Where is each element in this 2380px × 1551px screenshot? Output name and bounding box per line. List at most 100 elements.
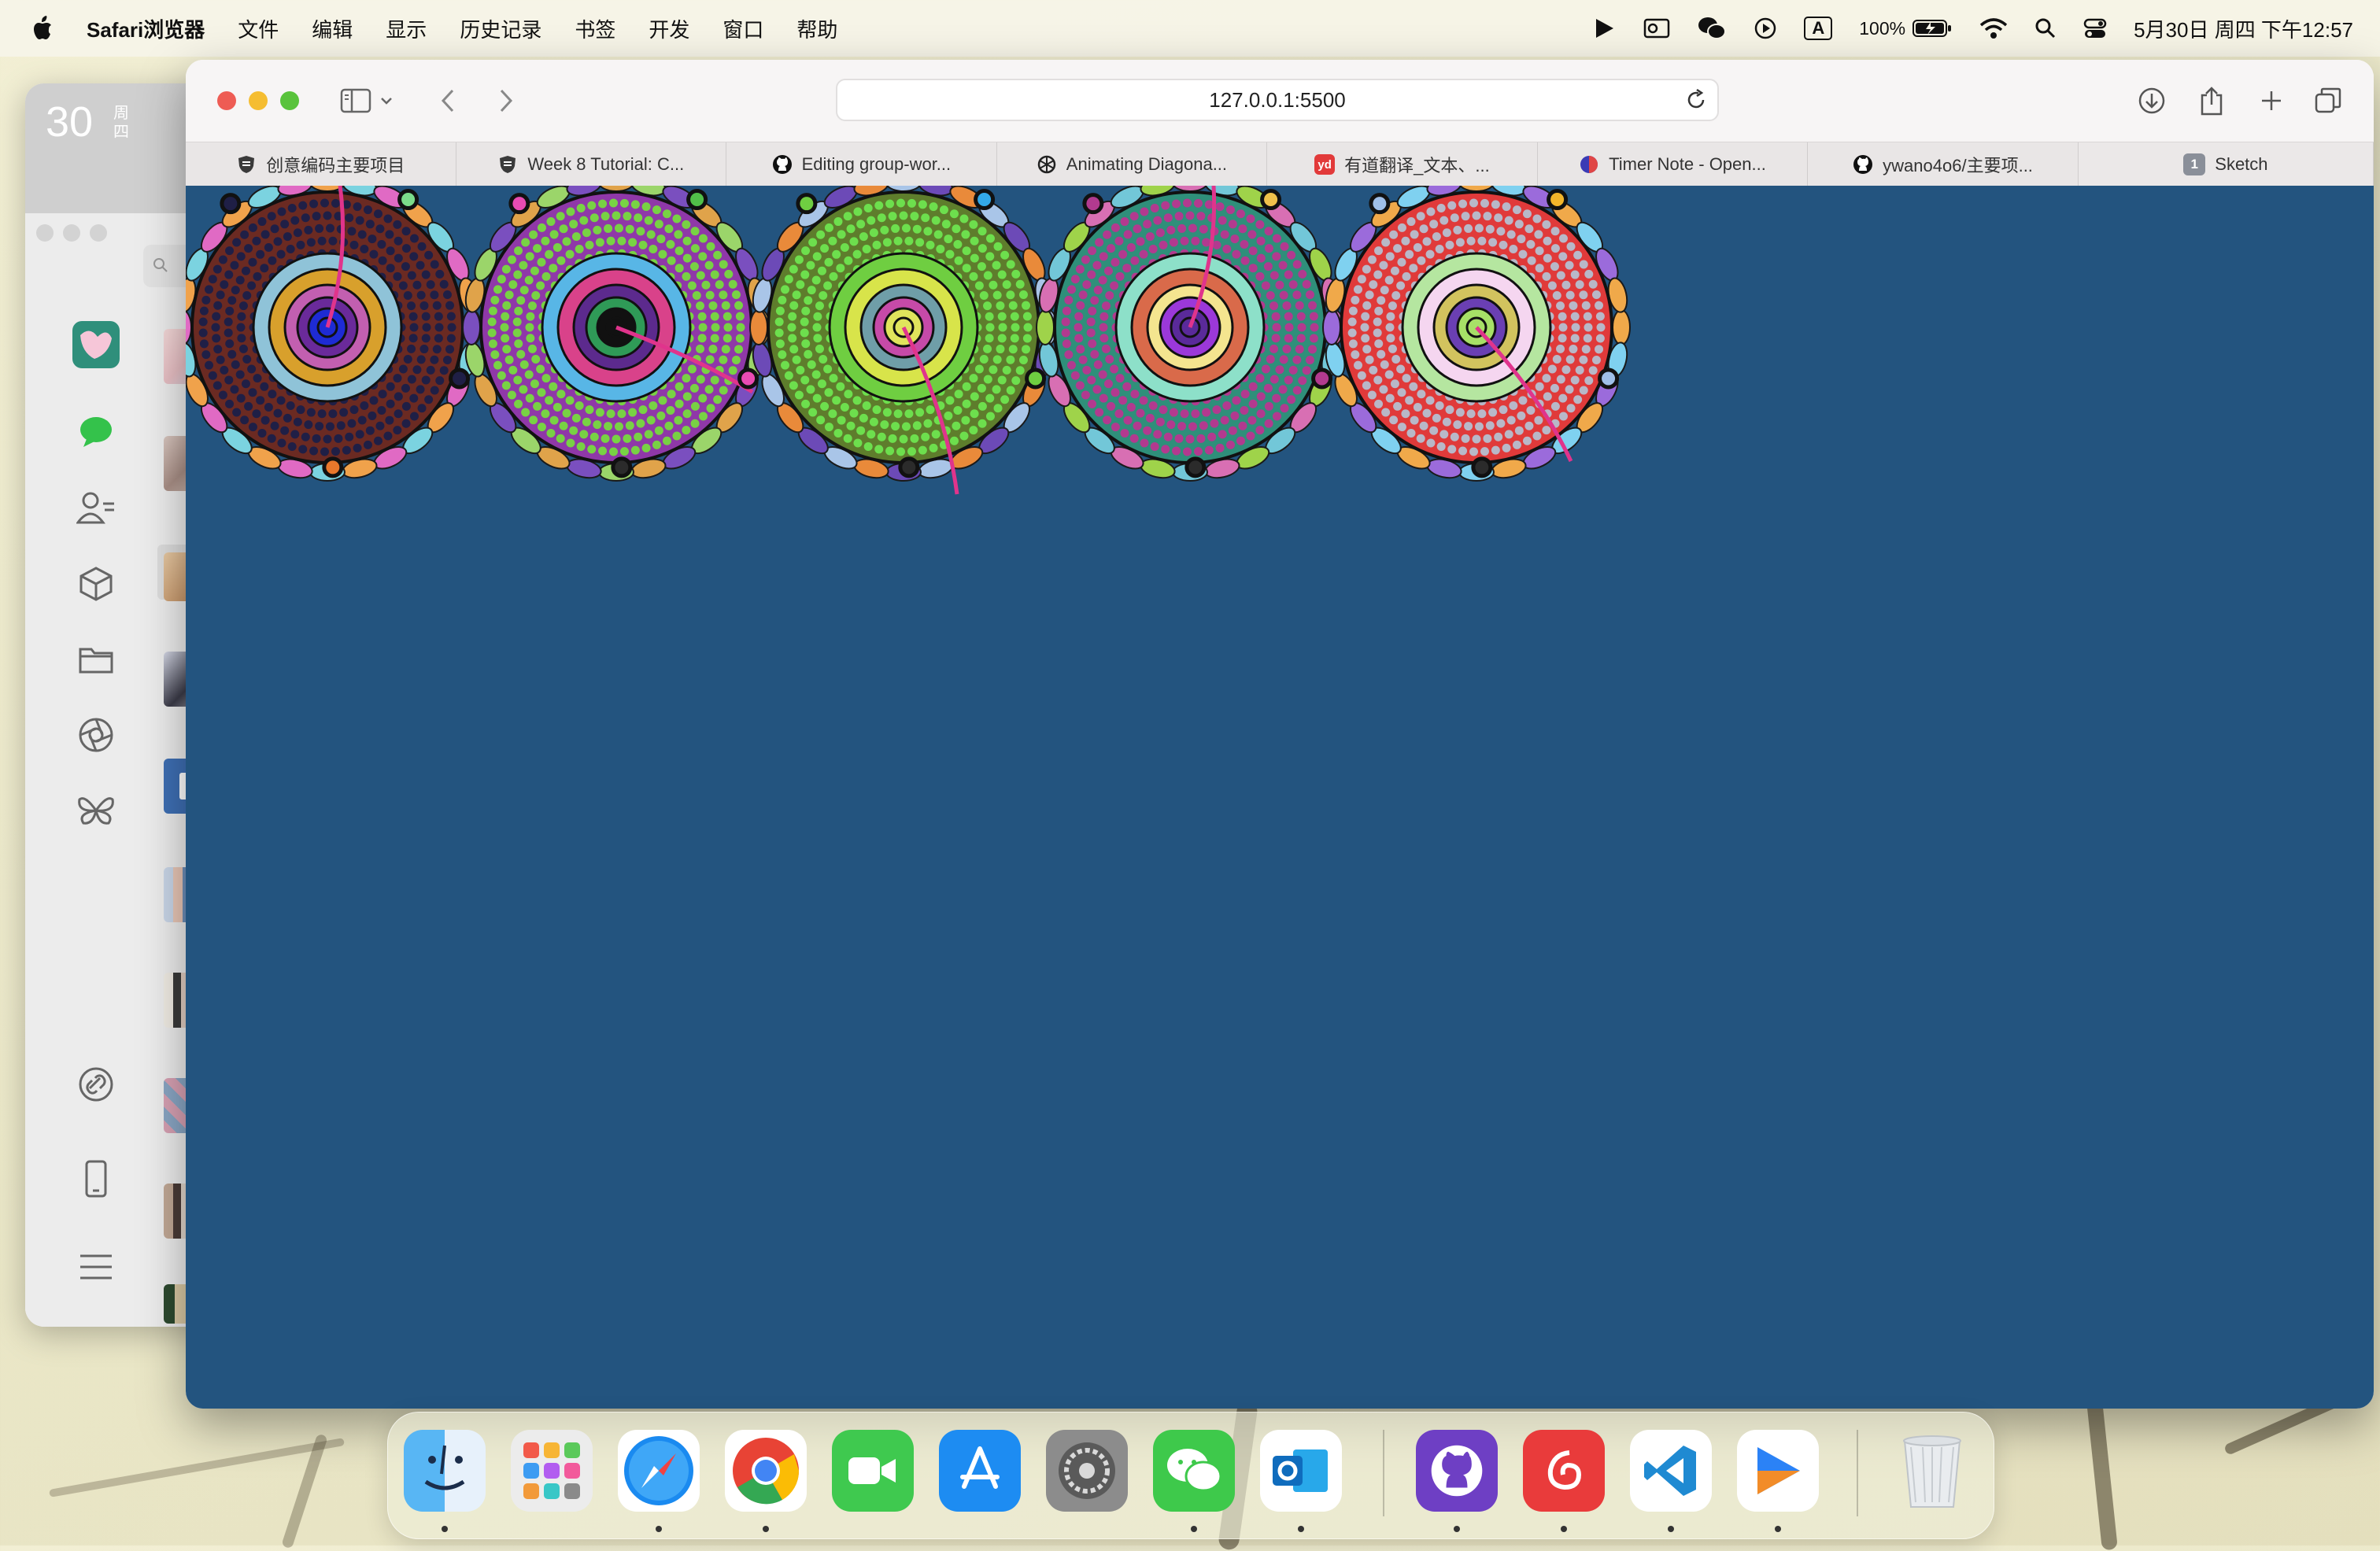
wheel-dot <box>434 323 444 332</box>
system-settings-icon[interactable] <box>1046 1430 1128 1512</box>
wheel-dot <box>869 417 878 427</box>
wheel-dot <box>1591 290 1601 300</box>
new-tab-icon[interactable] <box>2252 83 2290 118</box>
menubar-clock[interactable]: 5月30日 周四 下午12:57 <box>2134 14 2353 43</box>
wheel-dot <box>298 201 308 210</box>
phone-icon[interactable] <box>71 1154 121 1204</box>
wheel-dot <box>1006 260 1015 269</box>
wheel-dot <box>419 345 429 354</box>
close-button[interactable] <box>36 224 54 242</box>
wheel-dot <box>252 236 261 246</box>
menu-bookmarks[interactable]: 书签 <box>575 14 615 43</box>
tab-creative-coding[interactable]: 创意编码主要项目 <box>186 142 456 186</box>
wheel-dot <box>682 392 692 401</box>
wheel-dot <box>501 264 511 274</box>
menu-window[interactable]: 窗口 <box>722 14 763 43</box>
wheel-dot <box>224 328 233 338</box>
play-status-icon[interactable] <box>1754 17 1777 40</box>
apple-menu-icon[interactable] <box>31 16 54 41</box>
wheel-dot <box>231 286 240 295</box>
menu-develop[interactable]: 开发 <box>649 14 689 43</box>
wheel-dot <box>849 237 859 246</box>
spotlight-search-icon[interactable] <box>2034 17 2057 39</box>
wifi-icon[interactable] <box>1979 17 2008 39</box>
wheel-dot <box>672 431 682 441</box>
close-button[interactable] <box>217 91 236 110</box>
wheel-dot <box>236 323 246 332</box>
app-name-menu[interactable]: Safari浏览器 <box>87 14 205 43</box>
butterfly-icon[interactable] <box>71 785 121 836</box>
wheel-dot <box>731 290 741 300</box>
wheel-rope-bead <box>885 173 922 192</box>
chrome-icon[interactable] <box>725 1430 807 1512</box>
zoom-button[interactable] <box>90 224 107 242</box>
tab-overview-icon[interactable] <box>2309 83 2347 118</box>
wheel-dot <box>1373 317 1382 327</box>
page-canvas[interactable] <box>186 173 2374 1409</box>
trash-icon[interactable] <box>1891 1430 1973 1512</box>
tab-group-sketch[interactable]: 1 Sketch <box>2078 142 2374 186</box>
contacts-icon[interactable] <box>71 483 121 534</box>
github-desktop-icon[interactable] <box>1416 1430 1498 1512</box>
menu-file[interactable]: 文件 <box>238 14 279 43</box>
folder-icon[interactable] <box>71 634 121 685</box>
wheel-dot <box>296 240 305 249</box>
wheel-dot <box>1272 412 1281 421</box>
input-method-icon[interactable]: A <box>1804 17 1833 40</box>
menu-view[interactable]: 显示 <box>386 14 427 43</box>
wheel-dot <box>421 270 431 279</box>
wheel-dot <box>674 246 684 256</box>
minimize-button[interactable] <box>63 224 80 242</box>
outlook-icon[interactable] <box>1260 1430 1342 1512</box>
menu-icon[interactable] <box>71 1242 121 1292</box>
netease-music-icon[interactable] <box>1523 1430 1605 1512</box>
wheel-dot <box>1552 354 1561 364</box>
share-icon[interactable] <box>2193 83 2230 118</box>
infuse-status-icon[interactable] <box>1593 17 1617 40</box>
wheel-dot <box>1238 224 1247 234</box>
tab-week8-tutorial[interactable]: Week 8 Tutorial: C... <box>456 142 727 186</box>
forward-button-icon[interactable] <box>486 83 524 118</box>
wechat-icon[interactable] <box>1153 1430 1235 1512</box>
aperture-icon[interactable] <box>71 710 121 760</box>
menu-history[interactable]: 历史记录 <box>460 14 541 43</box>
wheel-dot <box>1472 211 1481 220</box>
chat-icon[interactable] <box>71 406 121 456</box>
zoom-button[interactable] <box>280 91 299 110</box>
cube-icon[interactable] <box>71 559 121 609</box>
facetime-icon[interactable] <box>832 1430 914 1512</box>
chevron-down-icon[interactable] <box>376 83 397 118</box>
battery-icon[interactable] <box>1912 18 1953 39</box>
wheel-dot <box>979 354 989 364</box>
app-logo-icon[interactable] <box>71 319 121 370</box>
finder-icon[interactable] <box>404 1430 486 1512</box>
minimize-button[interactable] <box>249 91 268 110</box>
back-button-icon[interactable] <box>430 83 468 118</box>
wheel-dot <box>309 446 319 456</box>
tab-editing-group-work[interactable]: Editing group-wor... <box>726 142 997 186</box>
outlook-status-icon[interactable] <box>1643 17 1670 40</box>
wheel-dot <box>1442 417 1451 427</box>
wheel-dot <box>872 405 881 415</box>
wheel-dot <box>617 409 626 419</box>
tab-github-repo[interactable]: ywano4o6/主要项... <box>1808 142 2079 186</box>
app-store-icon[interactable] <box>939 1430 1021 1512</box>
tab-timer-note[interactable]: Timer Note - Open... <box>1538 142 1809 186</box>
link-icon[interactable] <box>71 1059 121 1110</box>
vscode-icon[interactable] <box>1630 1430 1712 1512</box>
tab-animating-diagonal[interactable]: Animating Diagona... <box>997 142 1268 186</box>
infuse-icon[interactable] <box>1737 1430 1819 1512</box>
safari-icon[interactable] <box>618 1430 700 1512</box>
menu-help[interactable]: 帮助 <box>796 14 837 43</box>
reload-icon[interactable] <box>1684 88 1708 117</box>
wechat-status-icon[interactable] <box>1697 16 1727 41</box>
address-bar[interactable]: 127.0.0.1:5500 <box>836 79 1719 121</box>
control-center-icon[interactable] <box>2083 17 2107 39</box>
wheel-dot <box>1435 244 1444 253</box>
tab-youdao-translate[interactable]: yd 有道翻译_文本、... <box>1267 142 1538 186</box>
launchpad-icon[interactable] <box>511 1430 593 1512</box>
wheel-dot <box>949 209 959 219</box>
menu-edit[interactable]: 编辑 <box>312 14 353 43</box>
downloads-icon[interactable] <box>2133 83 2171 118</box>
sidebar-toggle-icon[interactable] <box>337 83 375 118</box>
